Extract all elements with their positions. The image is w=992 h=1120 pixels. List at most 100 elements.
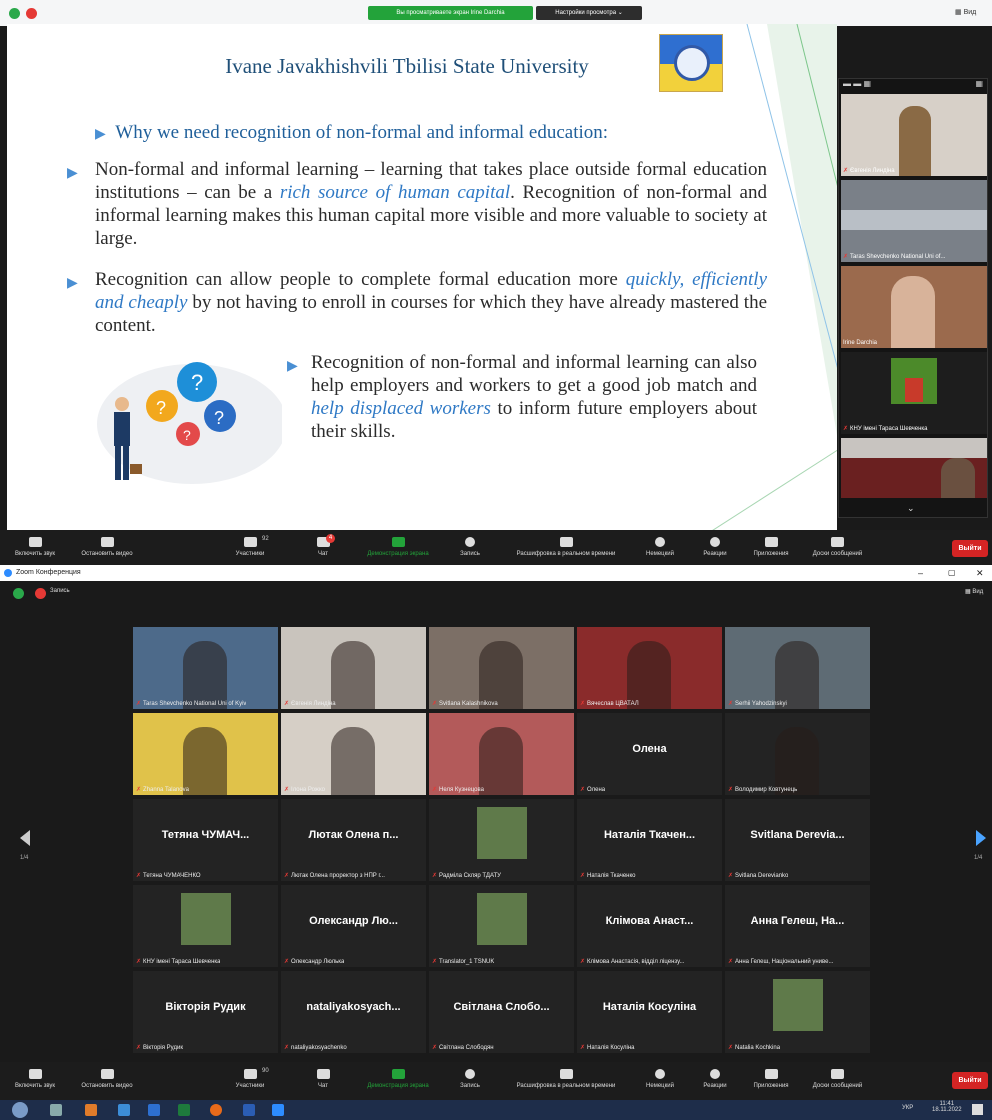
security-shield-icon[interactable] [13, 588, 24, 599]
interpretation-button[interactable]: Немецкий [630, 530, 690, 565]
clock[interactable]: 11:41 18.11.2022 [932, 1101, 962, 1113]
gallery-tile[interactable]: Лютак Олена п... ✗ Лютак Олена проректор з… [281, 799, 426, 881]
mute-button[interactable]: Включить звук [0, 530, 70, 565]
notifications-icon[interactable] [972, 1104, 983, 1115]
whiteboard-button[interactable]: Доски сообщений [800, 530, 875, 565]
word-icon[interactable] [243, 1104, 255, 1116]
microphone-muted-icon: ✗ [580, 959, 586, 965]
video-button[interactable]: Остановить видео [72, 530, 142, 565]
panel-tile-4[interactable]: ✗ КНУ імені Тараса Шевченка [841, 352, 987, 434]
bottom-zoom-window: Zoom Конференция – ▢ ✕ Запись ▦ Вид 1/4 … [0, 565, 992, 1120]
participant-video [479, 641, 523, 709]
minimize-icon[interactable]: – [918, 565, 923, 581]
gallery-tile[interactable]: ✗ Ілона Рожко [281, 713, 426, 795]
gallery-tile[interactable]: Олена ✗ Олена [577, 713, 722, 795]
participant-name-label: ✗ Taras Shevchenko National Uni of Kyiv [136, 700, 246, 707]
gallery-tile[interactable]: Тетяна ЧУМАЧ... ✗ Тетяна ЧУМАЧЕНКО [133, 799, 278, 881]
gallery-tile[interactable]: Наталія Косуліна ✗ Наталія Косуліна [577, 971, 722, 1053]
previous-page-arrow-icon[interactable] [20, 830, 30, 846]
participant-name-label: ✗ Наталія Ткаченко [580, 872, 636, 879]
gallery-tile[interactable]: ✗ Вячеслав ЦВАТАЛ [577, 627, 722, 709]
taskbar-app-icon[interactable] [85, 1104, 97, 1116]
chat-button[interactable]: Чат [288, 1062, 358, 1097]
apps-button[interactable]: Приложения [740, 1062, 802, 1097]
gallery-tile[interactable]: ✗ Zhanna Talanova [133, 713, 278, 795]
view-options-button[interactable]: Настройки просмотра ⌄ [536, 6, 642, 20]
panel-tile-3[interactable]: Irine Darchia [841, 266, 987, 348]
view-button[interactable]: ▦ Вид [955, 8, 976, 16]
participants-button[interactable]: Участники [215, 1062, 285, 1097]
gallery-tile[interactable]: nataliyakosyach... ✗ nataliyakosyachenko [281, 971, 426, 1053]
language-indicator[interactable]: УКР [902, 1105, 913, 1111]
panel-controls[interactable]: ▬ ▬ ▦ ▦ [839, 79, 987, 93]
gallery-tile[interactable]: Наталія Ткачен... ✗ Наталія Ткаченко [577, 799, 722, 881]
record-button[interactable]: Запись [440, 530, 500, 565]
participant-name-label: ✗ Анна Гелеш, Національний униве... [728, 958, 834, 965]
slide-heading: ▶ Why we need recognition of non-formal … [95, 122, 608, 144]
record-button[interactable]: Запись [440, 1062, 500, 1097]
slide-heading-text: Why we need recognition of non-formal an… [115, 122, 609, 143]
bullet-2-text: Recognition can allow people to complete… [95, 269, 626, 290]
gallery-tile[interactable]: ✗ Serhii Yahodzinskyi [725, 627, 870, 709]
video-button[interactable]: Остановить видео [72, 1062, 142, 1097]
cc-icon [559, 1069, 573, 1079]
reactions-button[interactable]: Реакции [690, 530, 740, 565]
microphone-muted-icon: ✗ [580, 1045, 586, 1051]
smiley-icon [710, 1069, 720, 1079]
interpretation-button[interactable]: Немецкий [630, 1062, 690, 1097]
transcription-button[interactable]: Расшифровка в реальном времени [500, 1062, 632, 1097]
mute-button[interactable]: Включить звук [0, 1062, 70, 1097]
gallery-tile[interactable]: ✗ Радміла Скляр ТДАТУ [429, 799, 574, 881]
participant-name: Олександр Люлька [291, 959, 345, 965]
participant-video [181, 893, 231, 945]
chat-button[interactable]: Чат [288, 530, 358, 565]
zoom-taskbar-icon[interactable] [272, 1104, 284, 1116]
gallery-tile[interactable]: ✗ Євгенія Линдіна [281, 627, 426, 709]
gallery-tile[interactable]: ✗ Translator_1 TSNUK [429, 885, 574, 967]
share-screen-button[interactable]: Демонстрация экрана [358, 530, 438, 565]
excel-icon[interactable] [178, 1104, 190, 1116]
gallery-tile[interactable]: ✗ Неля Кузнецова [429, 713, 574, 795]
chevron-down-icon[interactable]: ⌄ [907, 503, 915, 514]
gallery-tile[interactable]: ✗ КНУ імені Тараса Шевченка [133, 885, 278, 967]
next-page-arrow-icon[interactable] [976, 830, 986, 846]
gallery-tile[interactable]: Олександр Лю... ✗ Олександр Люлька [281, 885, 426, 967]
maximize-icon[interactable]: ▢ [948, 565, 956, 581]
page-indicator-left: 1/4 [20, 855, 29, 861]
gallery-tile[interactable]: Світлана Слобо... ✗ Світлана Слободян [429, 971, 574, 1053]
gallery-tile[interactable]: Вікторія Рудик ✗ Вікторія Рудик [133, 971, 278, 1053]
close-icon[interactable]: ✕ [976, 565, 984, 581]
panel-tile-5[interactable] [841, 438, 987, 498]
leave-button[interactable]: Выйти [952, 1072, 988, 1089]
participant-name: Наталія Ткаченко [587, 873, 636, 879]
start-button-icon[interactable] [12, 1102, 28, 1118]
record-icon [465, 537, 475, 547]
panel-tile-1[interactable]: ✗ Євгенія Линдіна [841, 94, 987, 176]
taskbar-app-icon[interactable] [148, 1104, 160, 1116]
view-button[interactable]: ▦ Вид [965, 588, 983, 595]
transcription-button[interactable]: Расшифровка в реальном времени [500, 530, 632, 565]
security-shield-icon[interactable] [9, 8, 20, 19]
participants-button[interactable]: Участники [215, 530, 285, 565]
apps-button[interactable]: Приложения [740, 530, 802, 565]
gallery-tile[interactable]: ✗ Natalia Kochkina [725, 971, 870, 1053]
gallery-tile[interactable]: Анна Гелеш, На... ✗ Анна Гелеш, Національн… [725, 885, 870, 967]
gallery-tile[interactable]: ✗ Svitlana Kalashnikova [429, 627, 574, 709]
participant-name: nataliyakosyachenko [291, 1045, 347, 1051]
panel-tile-2[interactable]: ✗ Taras Shevchenko National Uni of... [841, 180, 987, 262]
reactions-button[interactable]: Реакции [690, 1062, 740, 1097]
gallery-tile[interactable]: ✗ Taras Shevchenko National Uni of Kyiv [133, 627, 278, 709]
participant-name: Taras Shevchenko National Uni of Kyiv [143, 701, 247, 707]
whiteboard-button[interactable]: Доски сообщений [800, 1062, 875, 1097]
gallery-tile[interactable]: ✗ Володимир Ковтунець [725, 713, 870, 795]
firefox-icon[interactable] [210, 1104, 222, 1116]
participant-video [331, 641, 375, 709]
gallery-tile[interactable]: Svitlana Derevia... ✗ Svitlana Derevianko [725, 799, 870, 881]
search-icon[interactable] [50, 1104, 62, 1116]
taskbar-app-icon[interactable] [118, 1104, 130, 1116]
participant-name: Serhii Yahodzinskyi [735, 701, 787, 707]
share-screen-button[interactable]: Демонстрация экрана [358, 1062, 438, 1097]
participant-display-name: Світлана Слобо... [453, 1001, 550, 1013]
leave-button[interactable]: Выйти [952, 540, 988, 557]
gallery-tile[interactable]: Клімова Анаст... ✗ Клімова Анастасія, відд… [577, 885, 722, 967]
